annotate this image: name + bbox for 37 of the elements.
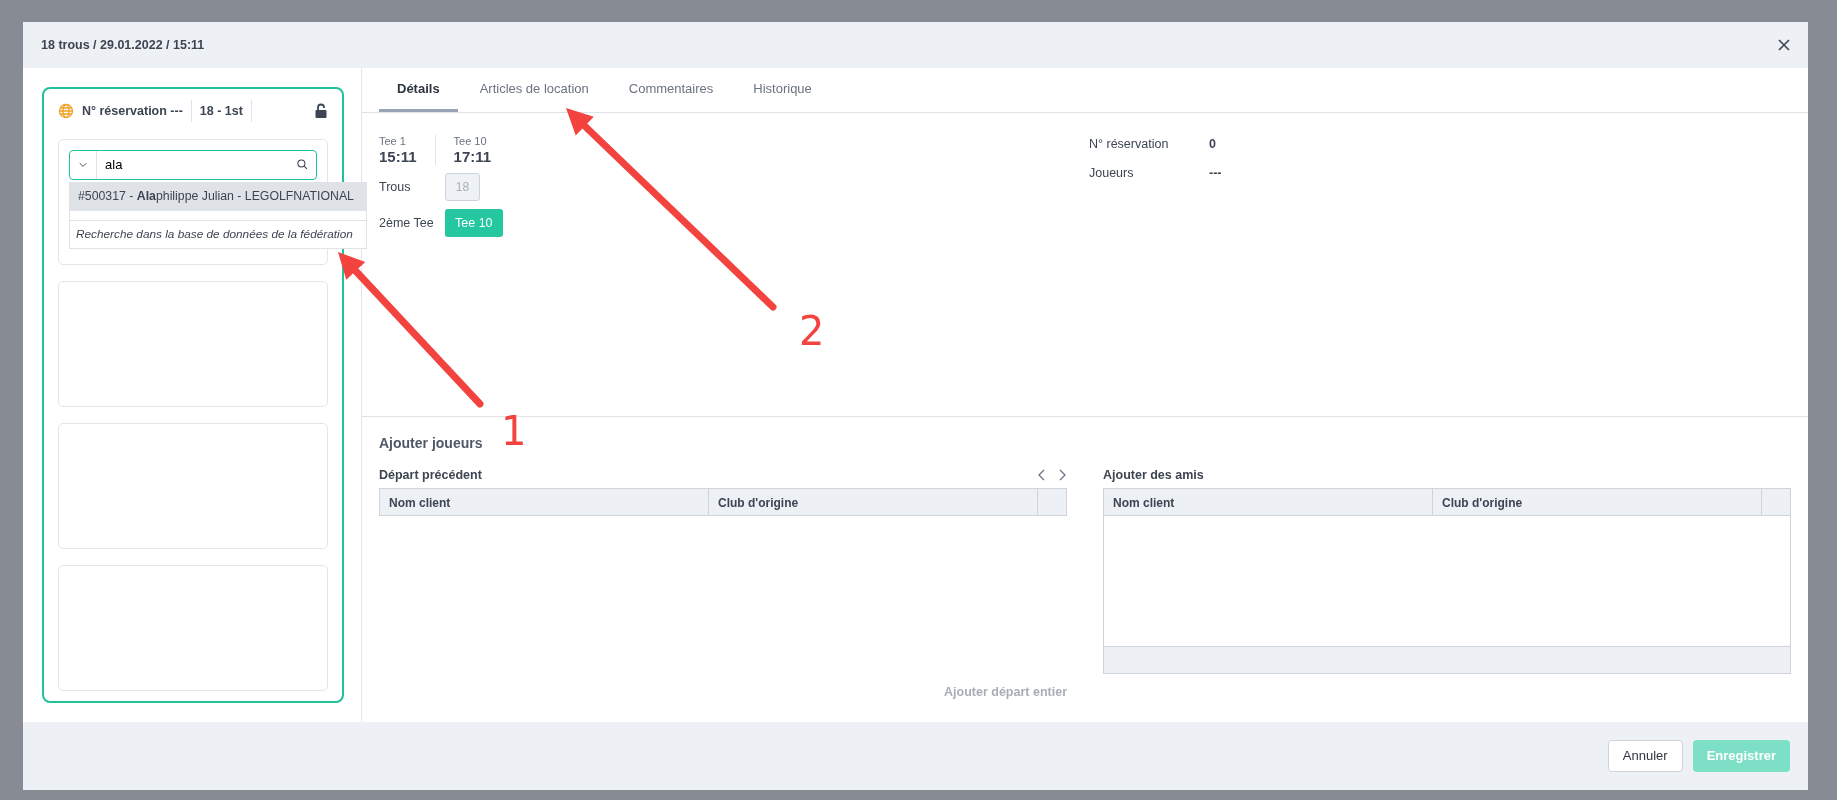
tee-time: 15:11: [379, 147, 417, 165]
tab[interactable]: Détails: [379, 68, 458, 112]
search-field[interactable]: ala: [69, 149, 317, 180]
table-title: Départ précédent: [379, 466, 482, 484]
chevron-down-icon[interactable]: [79, 160, 88, 169]
window-title: 18 trous / 29.01.2022 / 15:11: [41, 36, 205, 54]
table-title: Ajouter des amis: [1103, 466, 1204, 484]
search-input[interactable]: ala: [96, 150, 290, 179]
info-label: N° réservation: [1089, 136, 1170, 153]
column-header: Nom client: [1104, 489, 1433, 515]
search-result[interactable]: #500317 - Alaphilippe Julian - LEGOLFNATIONAL: [70, 182, 366, 211]
chevron-left-icon[interactable]: [1037, 469, 1047, 481]
section-title: Ajouter joueurs: [379, 434, 484, 453]
info-value: 0: [1209, 136, 1217, 153]
federation-search-link[interactable]: Recherche dans la base de données de la fédération: [70, 220, 366, 249]
column-header: Club d'origine: [709, 489, 1038, 515]
close-icon[interactable]: [1778, 39, 1790, 51]
course-label: 18 - 1st: [199, 102, 243, 120]
tab[interactable]: Articles de location: [461, 68, 607, 112]
annotation-number: 1: [501, 408, 527, 454]
field-label: Trous: [379, 178, 412, 196]
annotation-number: 2: [799, 308, 825, 354]
info-value: ---: [1209, 164, 1222, 182]
cancel-button[interactable]: Annuler: [1607, 740, 1683, 772]
column-header: Nom client: [380, 489, 709, 515]
field-label: 2ème Tee: [379, 214, 433, 232]
tee-time: 17:11: [453, 147, 492, 165]
tab[interactable]: Historique: [735, 68, 830, 112]
tab[interactable]: Commentaires: [610, 68, 732, 112]
unlocked-lock-icon[interactable]: [314, 102, 328, 119]
info-label: Joueurs: [1089, 164, 1135, 182]
column-header: Club d'origine: [1433, 489, 1762, 515]
tee-label: Tee 1: [379, 135, 407, 148]
chevron-right-icon[interactable]: [1057, 469, 1067, 481]
reservation-number: N° réservation ---: [82, 102, 183, 120]
tee-label: Tee 10: [453, 135, 488, 148]
globe-icon: [58, 102, 74, 119]
